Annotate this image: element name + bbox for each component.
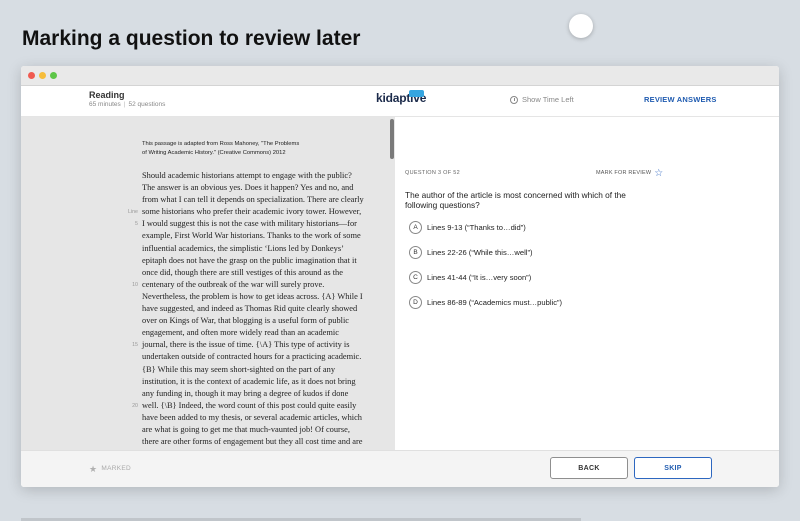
mark-for-review-label: MARK FOR REVIEW (596, 170, 652, 176)
passage-intro: This passage is adapted from Ross Mahone… (142, 141, 300, 156)
question-pane: QUESTION 3 OF 52 MARK FOR REVIEW ☆ The a… (395, 117, 779, 450)
choice-text: Lines 9-13 (“Thanks to…did”) (427, 223, 526, 232)
logo-badge-icon (409, 90, 424, 97)
passage-line: undertaken outside of contracted hours f… (142, 352, 362, 362)
section-minutes: 65 minutes (89, 101, 121, 108)
line-number: 10 (132, 281, 138, 288)
section-name: Reading (89, 90, 125, 100)
choice-text: Lines 22-26 (“While this…well”) (427, 248, 533, 257)
mark-for-review-button[interactable]: MARK FOR REVIEW ☆ (596, 167, 664, 179)
choice-text: Lines 86-89 (“Academics must…public”) (427, 298, 563, 307)
passage-line: journal, there is the issue of time. {\A… (142, 340, 350, 350)
app-window: Reading 65 minutes | 52 questions kidaptiv… (21, 66, 779, 487)
choice-letter-badge[interactable]: C (409, 271, 422, 284)
passage-line: example, First World War historians. Tha… (142, 231, 361, 241)
marked-filter-button[interactable]: ★ MARKED (89, 463, 131, 474)
answer-choice-b[interactable]: B Lines 22-26 (“While this…well”) (409, 246, 533, 259)
app-header: Reading 65 minutes | 52 questions kidaptiv… (21, 86, 779, 117)
passage-line: have suggested, and indeed as Thomas Rid… (142, 304, 358, 314)
star-filled-icon: ★ (89, 463, 98, 474)
passage-line: engagement, and often more widely read t… (142, 328, 339, 338)
page-title: Marking a question to review later (22, 27, 361, 50)
back-button[interactable]: BACK (550, 457, 628, 479)
answer-choice-d[interactable]: D Lines 86-89 (“Academics must…public”) (409, 296, 562, 309)
record-indicator (569, 14, 593, 38)
line-number: 15 (132, 342, 138, 349)
scrollbar-thumb[interactable] (390, 119, 394, 159)
show-time-left-button[interactable]: Show Time Left (510, 95, 574, 104)
choice-letter-badge[interactable]: D (409, 296, 422, 309)
passage-text: Should academic historians attempt to en… (142, 170, 370, 450)
passage-line: any funding in, though it may bring a de… (142, 388, 349, 398)
marked-label: MARKED (101, 465, 131, 472)
passage-pane[interactable]: This passage is adapted from Ross Mahone… (21, 117, 395, 450)
answer-choice-c[interactable]: C Lines 41-44 (“It is…very soon”) (409, 271, 531, 284)
passage-line: epitaph does not have the grasp on the p… (142, 255, 357, 265)
passage-line: some historians who prefer their academi… (142, 207, 362, 217)
meta-separator: | (123, 101, 126, 108)
skip-button[interactable]: SKIP (634, 457, 712, 479)
passage-line: centenary of the outbreak of the war wil… (142, 279, 325, 289)
maximize-window-button[interactable] (50, 72, 57, 79)
question-prompt: The author of the article is most concer… (405, 190, 626, 210)
passage-line: over on Kings of War, that blogging is a… (142, 316, 350, 326)
close-window-button[interactable] (28, 72, 35, 79)
timer-label: Show Time Left (522, 95, 574, 104)
answer-choice-a[interactable]: A Lines 9-13 (“Thanks to…did”) (409, 221, 526, 234)
section-question-count: 52 questions (128, 101, 166, 108)
section-meta: 65 minutes | 52 questions (89, 101, 165, 108)
passage-line: Nevertheless, the problem is how to get … (142, 291, 363, 301)
passage-line: I would suggest this is not the case wit… (142, 219, 357, 229)
review-answers-link[interactable]: REVIEW ANSWERS (644, 95, 717, 104)
footer-bar: ★ MARKED BACK SKIP (21, 450, 779, 487)
line-number: Line (127, 209, 138, 216)
passage-line: from what I can tell it depends on speci… (142, 195, 364, 205)
line-number: 5 (135, 221, 138, 228)
passage-line: influential academics, the simplistic ‘L… (142, 243, 344, 253)
line-number: 20 (132, 402, 138, 409)
passage-line: once did, though there are still vestige… (142, 267, 343, 277)
passage-line: are what is going to get me that much-va… (142, 424, 350, 434)
passage-line: there are other forms of engagement but … (142, 437, 363, 447)
minimize-window-button[interactable] (39, 72, 46, 79)
choice-letter-badge[interactable]: B (409, 246, 422, 259)
title-bar (21, 66, 779, 86)
passage-line: Should academic historians attempt to en… (142, 171, 352, 180)
choice-text: Lines 41-44 (“It is…very soon”) (427, 273, 532, 282)
star-outline-icon: ☆ (654, 167, 664, 179)
passage-line: have been added to my thesis, or several… (142, 412, 362, 422)
choice-letter-badge[interactable]: A (409, 221, 422, 234)
passage-line: {B} While this may seem short-sighted on… (142, 364, 336, 374)
passage-line: institution, it is the context of academ… (142, 376, 356, 386)
question-number: QUESTION 3 OF 52 (405, 170, 460, 176)
passage-line: well. {\B} Indeed, the word count of thi… (142, 400, 357, 410)
passage-line: The answer is an obvious yes. Does it ha… (142, 183, 354, 193)
clock-icon (510, 95, 518, 104)
